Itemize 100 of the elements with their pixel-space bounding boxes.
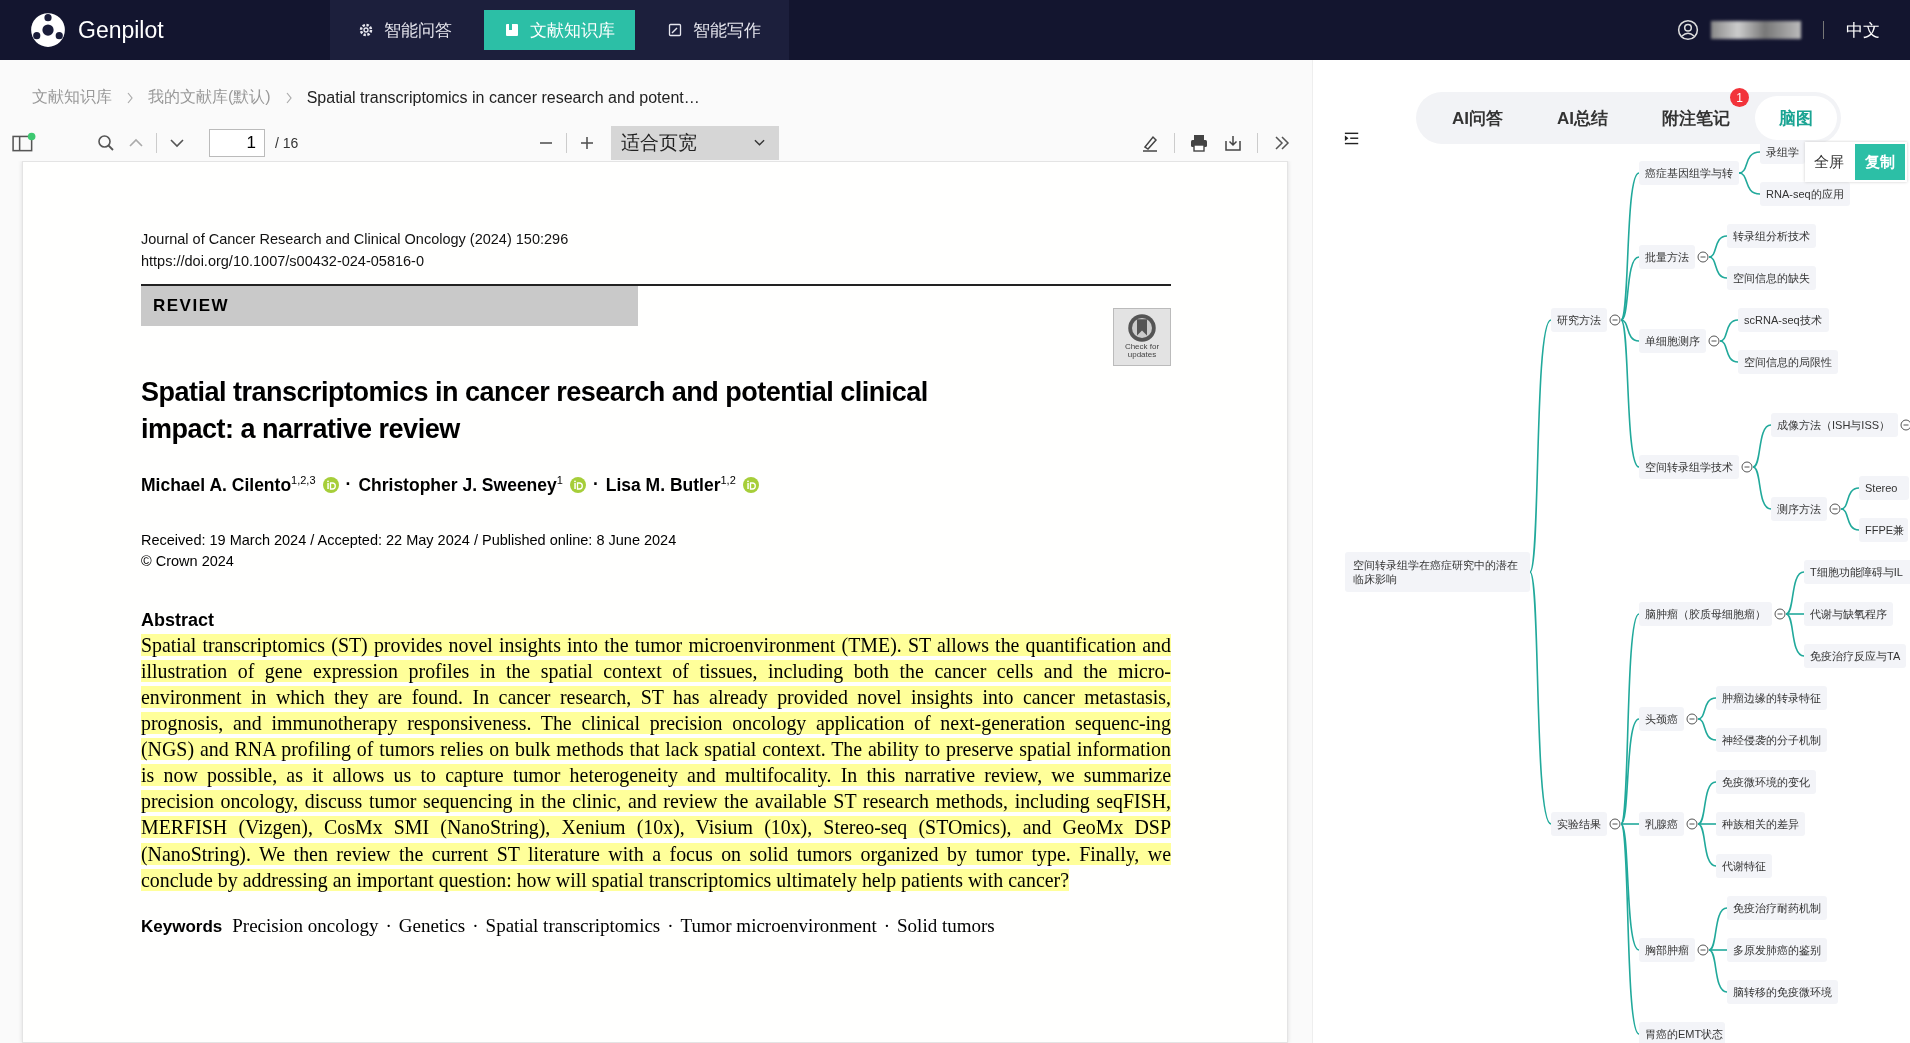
mind-map-node[interactable]: RNA-seq的应用 <box>1760 182 1850 206</box>
collapse-toggle[interactable] <box>1686 818 1698 830</box>
collapse-toggle[interactable] <box>1609 314 1621 326</box>
mind-map-node[interactable]: 胃癌的EMT状态 <box>1639 1022 1725 1043</box>
connector-line <box>1752 466 1772 510</box>
zoom-dropdown[interactable]: 适合页宽 <box>611 126 780 160</box>
mind-map-node[interactable]: Stereo <box>1859 476 1909 500</box>
keyword-separator: · <box>667 914 674 937</box>
keyword-separator: · <box>883 914 891 937</box>
connector-line <box>1708 235 1728 258</box>
chevron-right-icon <box>126 91 134 104</box>
mind-map-node[interactable]: 癌症基因组学与转 <box>1639 161 1739 185</box>
notification-badge: 1 <box>1730 88 1749 107</box>
collapse-toggle[interactable] <box>1829 503 1841 515</box>
keyword-separator: · <box>385 914 392 937</box>
logo-icon <box>30 12 66 48</box>
mind-map-node[interactable]: 多原发肺癌的鉴别 <box>1727 938 1827 962</box>
connector-line <box>1752 424 1772 468</box>
mind-map-node[interactable]: 脑肿瘤（胶质母细胞瘤） <box>1639 602 1772 626</box>
mind-map-node[interactable]: 单细胞测序 <box>1639 329 1706 353</box>
collapse-toggle[interactable] <box>1900 419 1910 431</box>
language-label[interactable]: 中文 <box>1846 18 1880 42</box>
mind-map-node[interactable]: 空间信息的缺失 <box>1727 266 1816 290</box>
book-icon <box>504 22 520 38</box>
collapse-toggle[interactable] <box>1609 818 1621 830</box>
author-name: Christopher J. Sweeney$^{1}$ <box>358 474 563 496</box>
mind-map-node[interactable]: 肿瘤边缘的转录特征 <box>1716 686 1827 710</box>
author-separator: · <box>345 474 352 496</box>
search-icon[interactable] <box>96 133 116 153</box>
mind-map-node[interactable]: 胸部肿瘤 <box>1639 938 1695 962</box>
mind-map-node[interactable]: 脑转移的免疫微环境 <box>1727 980 1838 1004</box>
mind-map-node[interactable]: 研究方法 <box>1551 308 1607 332</box>
pen-icon[interactable] <box>1140 133 1160 153</box>
panel-tab[interactable]: AI问答 <box>1428 96 1527 140</box>
connector-line <box>1708 256 1728 279</box>
download-icon[interactable] <box>1223 133 1243 153</box>
mind-map-node[interactable]: 批量方法 <box>1639 245 1695 269</box>
panel-tab[interactable]: AI总结 <box>1533 96 1632 140</box>
mind-map-node[interactable]: 空间转录组学在癌症研究中的潜在临床影响 <box>1345 552 1530 592</box>
collapse-toggle[interactable] <box>1708 335 1720 347</box>
gear-icon <box>358 22 374 38</box>
connector-line <box>1697 697 1717 720</box>
keyword: Genetics <box>398 914 466 937</box>
collapse-toggle[interactable] <box>1774 608 1786 620</box>
connector-line <box>1840 508 1860 531</box>
doi-link[interactable]: https://doi.org/10.1007/s00432-024-05816-0 <box>141 250 1171 272</box>
mind-map-node[interactable]: 转录组分析技术 <box>1727 224 1816 248</box>
keywords-label: Keywords <box>141 916 223 937</box>
author-name: Michael A. Cilento$^{1,2,3}$ <box>141 474 316 496</box>
collapse-toggle[interactable] <box>1686 713 1698 725</box>
mind-map-node[interactable]: T细胞功能障碍与IL <box>1804 560 1910 584</box>
mind-map-node[interactable]: 空间转录组学技术 <box>1639 455 1739 479</box>
keyword: Tumor microenvironment <box>680 914 877 937</box>
chevron-right-icon <box>284 91 293 104</box>
mind-map-node[interactable]: 代谢特征 <box>1716 854 1772 878</box>
print-icon[interactable] <box>1189 133 1209 153</box>
collapse-toggle[interactable] <box>1697 251 1709 263</box>
author-name: Lisa M. Butler$^{1,2}$ <box>605 474 736 496</box>
article-type-label: REVIEW <box>141 286 638 326</box>
mind-map-node[interactable]: 成像方法（ISH与ISS） <box>1771 413 1898 437</box>
collapse-toggle[interactable] <box>1741 461 1753 473</box>
connector-line <box>1719 340 1739 363</box>
app-name: Genpilot <box>78 16 164 44</box>
article-title: Spatial transcriptomics in cancer research and potential clinical impact: a narrative review <box>141 376 929 446</box>
nav-tab[interactable]: 智能问答 <box>338 10 472 50</box>
collapse-toggle[interactable] <box>1697 944 1709 956</box>
mind-map-node[interactable]: 免疫治疗耐药机制 <box>1727 896 1827 920</box>
mind-map-node[interactable]: 实验结果 <box>1551 812 1607 836</box>
mind-map-node[interactable]: FFPE兼 <box>1859 518 1908 542</box>
page-number-field[interactable]: 1 <box>209 129 265 157</box>
mind-map-node[interactable]: 代谢与缺氧程序 <box>1804 602 1893 626</box>
mind-map-node[interactable]: 免疫治疗反应与TA <box>1804 644 1906 668</box>
keyword: Solid tumors <box>897 914 995 937</box>
keyword: Precision oncology <box>232 914 379 937</box>
caret-icon <box>754 139 766 147</box>
abstract-heading: Abstract <box>141 608 216 632</box>
mind-map-node[interactable]: 种族相关的差异 <box>1716 812 1805 836</box>
mind-map-node[interactable]: 神经侵袭的分子机制 <box>1716 728 1827 752</box>
connector-line <box>1738 151 1761 174</box>
nav-tab[interactable]: 智能写作 <box>647 10 781 50</box>
mind-map-node[interactable]: 免疫微环境的变化 <box>1716 770 1816 794</box>
document-edit-icon <box>667 22 683 38</box>
user-icon[interactable] <box>1677 19 1699 41</box>
connector-line <box>1840 487 1860 510</box>
mind-map-node[interactable]: 头颈癌 <box>1639 707 1684 731</box>
mind-map-node[interactable]: 乳腺癌 <box>1639 812 1684 836</box>
sidebar-toggle-icon[interactable] <box>12 132 36 154</box>
bookmark-icon <box>1127 313 1157 343</box>
connector-line <box>1697 718 1717 741</box>
publication-dates: Received: 19 March 2024 / Accepted: 22 May 2024 / Published online: 8 June 2024 <box>141 530 678 550</box>
journal-citation: Journal of Cancer Research and Clinical Oncology (2024) 150:296 <box>141 230 570 249</box>
abstract-text: Spatial transcriptomics (ST) provides novel insights into the tumor microenvironment (TME). ST allows the quantification and illustration of gene expression profiles in the spatial context of tissues, including both the cancer cells and the micro-environment in which they are found. In cancer research, ST has already provided novel insights into cancer metastasis, prognosis, and immunotherapy responsiveness. The clinical precision oncology application of next-generation sequenc-ing (NGS) and RNA profiling of tumors relies on bulk methods that lack spatial context. The ability to preserve spatial information is now possible, as it allows us to capture tumor heterogeneity and multifocality. In this narrative review, we summarize precision oncology, discuss tumor sequencing in the clinic, and review the available ST research methods, including seqFISH, MERFISH (Vizgen), CosMx SMI (NanoString), Xenium (10x), Visium (10x), Stereo-seq (STOmics), and GeoMx DSP (NanoString). We then review the current ST literature with a focus on solid tumors organized by tumor type. Finally, we conclude by addressing an important question: how will spatial transcriptomics ultimately help patients with cancer? <box>141 632 1171 893</box>
connector-line <box>1719 319 1739 342</box>
mind-map-node[interactable]: scRNA-seq技术 <box>1738 308 1829 332</box>
mind-map-node[interactable]: 空间信息的局限性 <box>1738 350 1838 374</box>
connector-line <box>1738 172 1761 195</box>
breadcrumb-link[interactable]: Spatial transcriptomics in cancer research and potent… <box>306 88 700 107</box>
author-separator: · <box>592 474 599 496</box>
check-for-updates-badge[interactable]: Check for updates <box>1113 308 1171 366</box>
mind-map-node[interactable]: 测序方法 <box>1771 497 1827 521</box>
